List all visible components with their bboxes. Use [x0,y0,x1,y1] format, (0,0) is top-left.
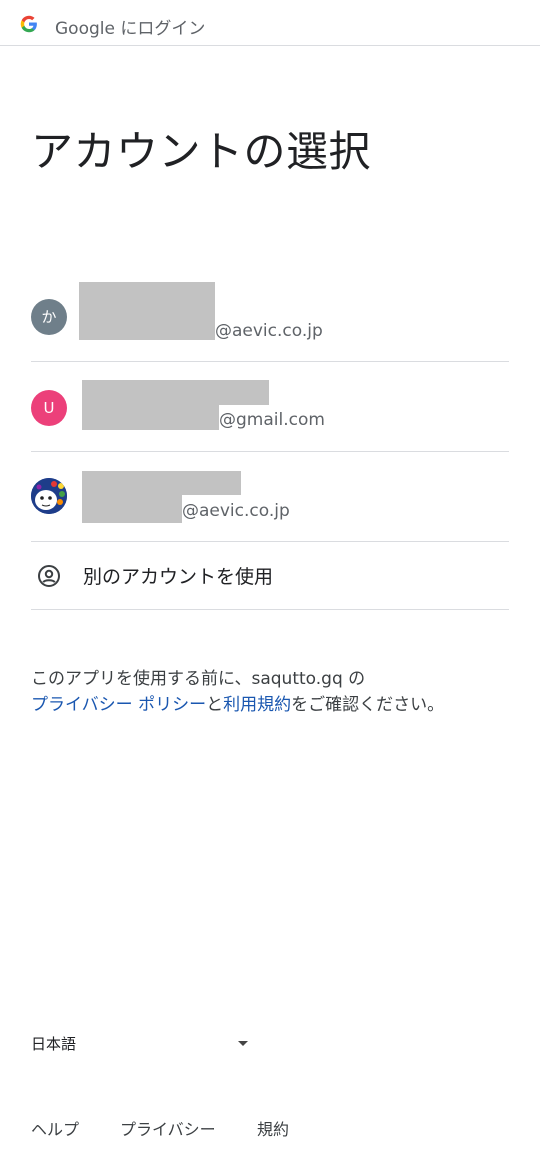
footer-terms-link[interactable]: 規約 [257,1116,289,1140]
account-item[interactable]: @aevic.co.jp [31,452,509,542]
footer-help-link[interactable]: ヘルプ [31,1116,79,1140]
redacted-name [82,471,241,495]
header-title: Google にログイン [55,19,206,39]
account-email: @aevic.co.jp [215,321,323,341]
account-item[interactable]: U @gmail.com [31,362,509,452]
redacted-name [82,380,269,405]
dropdown-arrow-icon [238,1041,248,1046]
account-circle-icon [38,565,60,587]
account-item[interactable]: か @aevic.co.jp [31,272,509,362]
account-list: か @aevic.co.jp U @gmail.com @aevic.co.jp… [31,272,509,610]
cartoon-avatar-icon [31,478,67,514]
consent-notice: このアプリを使用する前に、saqutto.gq の プライバシー ポリシーと利用… [31,666,511,718]
notice-prefix: このアプリを使用する前に、saqutto.gq の [31,669,366,689]
language-selected: 日本語 [31,1035,77,1053]
account-email: @aevic.co.jp [182,501,290,521]
redacted-name [79,282,215,340]
cartoon-avatar-image [31,478,67,514]
language-selector[interactable]: 日本語 [31,1033,251,1055]
use-another-account-label: 別のアカウントを使用 [83,566,274,588]
use-another-account-button[interactable]: 別のアカウントを使用 [31,542,509,610]
avatar: U [31,390,67,426]
privacy-policy-link[interactable]: プライバシー ポリシー [31,695,206,715]
terms-of-service-link[interactable]: 利用規約 [223,695,291,715]
redacted-name [82,495,182,523]
top-bar: Google にログイン [0,0,540,46]
notice-suffix: をご確認ください。 [291,695,445,715]
redacted-name [82,405,219,430]
page-title: アカウントの選択 [31,127,372,176]
notice-and: と [206,695,224,715]
account-email: @gmail.com [219,410,325,430]
avatar: か [31,299,67,335]
google-logo-icon [20,15,37,33]
footer-privacy-link[interactable]: プライバシー [120,1116,216,1140]
